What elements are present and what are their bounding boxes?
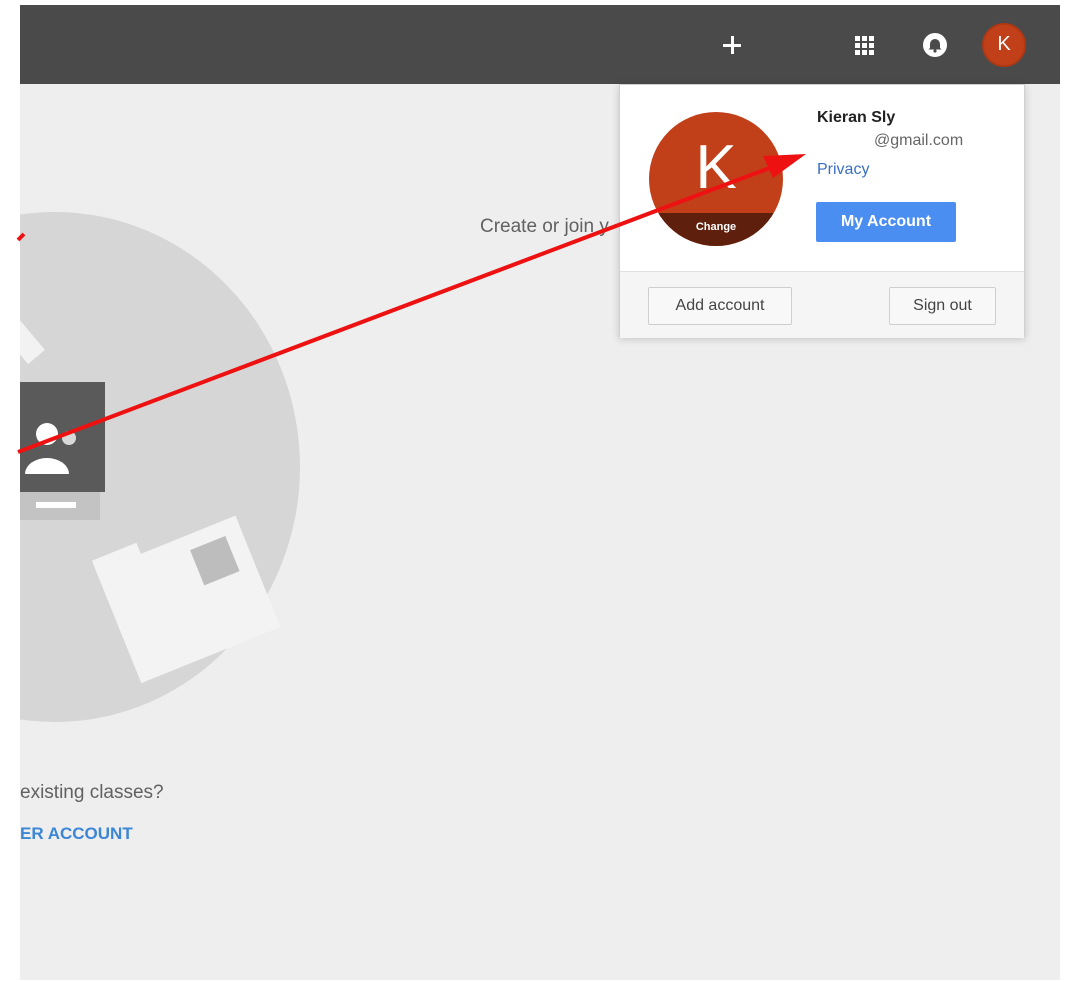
account-avatar-button[interactable]: K [978,5,1030,84]
privacy-link[interactable]: Privacy [817,161,869,179]
use-other-account-link[interactable]: ER ACCOUNT [20,824,133,844]
notifications-button[interactable] [913,5,957,84]
existing-classes-text: existing classes? [20,782,164,803]
user-name: Kieran Sly [817,109,896,126]
my-account-button[interactable]: My Account [816,202,956,242]
apps-button[interactable] [842,5,886,84]
account-info: K Change Kieran Sly @gmail.com Privacy M… [620,85,1024,271]
classroom-illustration-art [20,288,281,684]
profile-avatar-letter: K [695,133,737,202]
user-email: @gmail.com [874,132,964,149]
account-actions: Add account Sign out [620,271,1024,338]
account-menu: K Change Kieran Sly @gmail.com Privacy M… [619,84,1025,338]
plus-icon [723,35,741,54]
classroom-illustration [20,212,300,722]
change-photo-button[interactable]: Change [649,213,783,246]
bell-icon [923,32,947,57]
left-margin [0,0,20,982]
avatar: K [982,22,1026,67]
sign-out-button[interactable]: Sign out [889,287,996,325]
add-class-button[interactable] [710,5,754,84]
create-join-text: Create or join y [480,216,609,237]
add-account-button[interactable]: Add account [648,287,792,325]
app-header: K [20,5,1060,84]
apps-grid-icon [855,35,874,55]
profile-avatar[interactable]: K Change [649,112,783,246]
